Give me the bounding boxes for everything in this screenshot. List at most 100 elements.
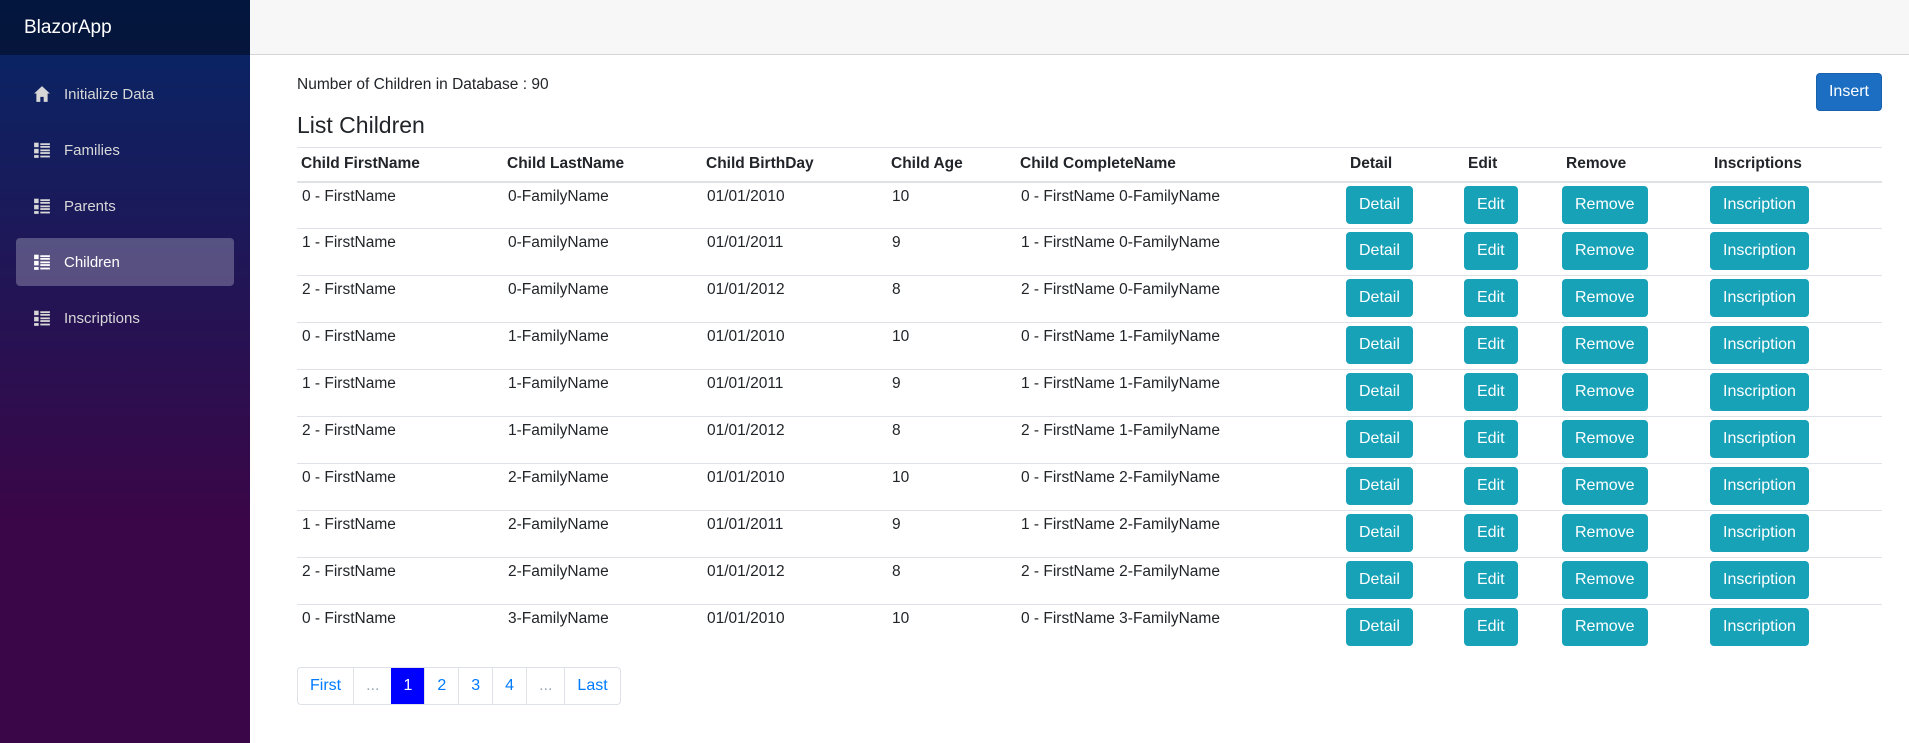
remove-button[interactable]: Remove xyxy=(1562,185,1648,224)
table-cell: 1 - FirstName 1-FamilyName xyxy=(1016,369,1346,417)
table-cell: 0 - FirstName 0-FamilyName xyxy=(1021,187,1220,205)
table-cell: 1-FamilyName xyxy=(503,369,702,417)
detail-button[interactable]: Detail xyxy=(1346,467,1413,505)
remove-button[interactable]: Remove xyxy=(1562,373,1648,411)
edit-button[interactable]: Edit xyxy=(1464,326,1518,364)
detail-button[interactable]: Detail xyxy=(1346,232,1413,270)
remove-button[interactable]: Remove xyxy=(1562,279,1648,317)
action-cell: Edit xyxy=(1464,275,1562,323)
action-cell: Inscription xyxy=(1710,604,1882,652)
edit-button[interactable]: Edit xyxy=(1464,373,1518,411)
inscription-button[interactable]: Inscription xyxy=(1710,185,1809,224)
action-cell: Inscription xyxy=(1710,275,1882,323)
table-cell: 1 - FirstName 0-FamilyName xyxy=(1016,228,1346,276)
table-cell: 2 - FirstName 2-FamilyName xyxy=(1016,557,1346,605)
table-cell: 0 - FirstName xyxy=(297,604,503,652)
action-cell: Edit xyxy=(1464,604,1562,652)
detail-button[interactable]: Detail xyxy=(1346,185,1413,224)
action-cell: Remove xyxy=(1562,604,1710,652)
sidebar-item-initialize-data[interactable]: Initialize Data xyxy=(16,70,234,118)
action-cell: Inscription xyxy=(1710,510,1882,558)
action-cell: Inscription xyxy=(1710,322,1882,370)
action-cell: Detail xyxy=(1346,510,1464,558)
table-cell: 0 - FirstName 3-FamilyName xyxy=(1016,604,1346,652)
action-cell: Inscription xyxy=(1710,369,1882,417)
edit-button[interactable]: Edit xyxy=(1464,185,1518,224)
edit-button[interactable]: Edit xyxy=(1464,420,1518,458)
page-link-first[interactable]: First xyxy=(298,668,353,704)
edit-button[interactable]: Edit xyxy=(1464,467,1518,505)
remove-button[interactable]: Remove xyxy=(1562,561,1648,599)
edit-button[interactable]: Edit xyxy=(1464,561,1518,599)
remove-button[interactable]: Remove xyxy=(1562,420,1648,458)
inscription-button[interactable]: Inscription xyxy=(1710,232,1809,270)
column-header: Child BirthDay xyxy=(702,147,887,183)
inscription-button[interactable]: Inscription xyxy=(1710,514,1809,552)
table-cell: 01/01/2010 xyxy=(702,463,887,511)
sidebar-item-label: Inscriptions xyxy=(64,309,140,327)
table-cell: 0-FamilyName xyxy=(503,275,702,323)
detail-button[interactable]: Detail xyxy=(1346,279,1413,317)
action-cell: Remove xyxy=(1562,369,1710,417)
inscription-button[interactable]: Inscription xyxy=(1710,326,1809,364)
remove-button[interactable]: Remove xyxy=(1562,514,1648,552)
table-cell: 1 - FirstName xyxy=(297,228,503,276)
edit-button[interactable]: Edit xyxy=(1464,232,1518,270)
sidebar-item-parents[interactable]: Parents xyxy=(16,182,234,230)
remove-button[interactable]: Remove xyxy=(1562,467,1648,505)
detail-button[interactable]: Detail xyxy=(1346,608,1413,646)
action-cell: Edit xyxy=(1464,228,1562,276)
table-cell: 2 - FirstName 1-FamilyName xyxy=(1016,416,1346,464)
table-row: 0 - FirstName 0-FamilyName 01/01/2010 10 0 -… xyxy=(297,182,1882,229)
brand-title[interactable]: BlazorApp xyxy=(24,17,112,39)
inscription-button[interactable]: Inscription xyxy=(1710,608,1809,646)
action-cell: Detail xyxy=(1346,416,1464,464)
page-ellipsis: ... xyxy=(353,668,391,704)
table-row: 1 - FirstName 1-FamilyName 01/01/2011 9 1 - … xyxy=(297,369,1882,417)
action-cell: Remove xyxy=(1562,557,1710,605)
table-cell: 01/01/2012 xyxy=(702,557,887,605)
table-cell: 10 xyxy=(887,463,1016,511)
edit-button[interactable]: Edit xyxy=(1464,514,1518,552)
insert-button[interactable]: Insert xyxy=(1816,73,1882,111)
inscription-button[interactable]: Inscription xyxy=(1710,279,1809,317)
edit-button[interactable]: Edit xyxy=(1464,608,1518,646)
page-link-4[interactable]: 4 xyxy=(492,668,526,704)
detail-button[interactable]: Detail xyxy=(1346,373,1413,411)
remove-button[interactable]: Remove xyxy=(1562,232,1648,270)
action-cell: Detail xyxy=(1346,322,1464,370)
table-row: 2 - FirstName 2-FamilyName 01/01/2012 8 2 - … xyxy=(297,557,1882,605)
table-cell: 9 xyxy=(887,369,1016,417)
remove-button[interactable]: Remove xyxy=(1562,608,1648,646)
table-cell: 1 - FirstName xyxy=(297,369,503,417)
table-cell: 2-FamilyName xyxy=(503,557,702,605)
page-link-3[interactable]: 3 xyxy=(458,668,492,704)
sidebar-item-children[interactable]: Children xyxy=(16,238,234,286)
page-link-2[interactable]: 2 xyxy=(424,668,458,704)
sidebar-item-families[interactable]: Families xyxy=(16,126,234,174)
table-cell: 9 xyxy=(887,228,1016,276)
inscription-button[interactable]: Inscription xyxy=(1710,373,1809,411)
table-cell: 01/01/2010 xyxy=(702,322,887,370)
table-cell: 10 xyxy=(887,322,1016,370)
sidebar-item-inscriptions[interactable]: Inscriptions xyxy=(16,294,234,342)
inscription-button[interactable]: Inscription xyxy=(1710,561,1809,599)
table-cell: 01/01/2012 xyxy=(702,416,887,464)
page-link-last[interactable]: Last xyxy=(564,668,619,704)
detail-button[interactable]: Detail xyxy=(1346,514,1413,552)
remove-button[interactable]: Remove xyxy=(1562,326,1648,364)
edit-button[interactable]: Edit xyxy=(1464,279,1518,317)
table-cell: 2-FamilyName xyxy=(503,463,702,511)
table-cell: 2 - FirstName xyxy=(297,557,503,605)
table-cell: 10 xyxy=(892,187,910,205)
inscription-button[interactable]: Inscription xyxy=(1710,420,1809,458)
table-cell: 2 - FirstName xyxy=(297,416,503,464)
detail-button[interactable]: Detail xyxy=(1346,326,1413,364)
table-cell: 01/01/2012 xyxy=(702,275,887,323)
inscription-button[interactable]: Inscription xyxy=(1710,467,1809,505)
table-cell: 0 - FirstName 1-FamilyName xyxy=(1016,322,1346,370)
detail-button[interactable]: Detail xyxy=(1346,561,1413,599)
column-header: Remove xyxy=(1562,147,1710,183)
page-link-1[interactable]: 1 xyxy=(391,668,425,704)
detail-button[interactable]: Detail xyxy=(1346,420,1413,458)
